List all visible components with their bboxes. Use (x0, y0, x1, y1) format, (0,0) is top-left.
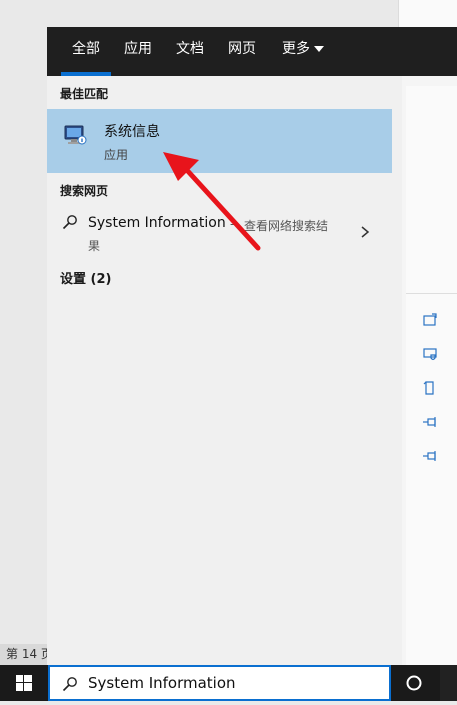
tab-more-label: 更多 (282, 41, 310, 57)
run-as-admin-icon[interactable] (422, 346, 438, 362)
cortana-circle-icon[interactable] (404, 673, 424, 693)
tab-web[interactable]: 网页 (221, 27, 263, 76)
best-match-app-type: 应用 (104, 148, 129, 162)
tab-all[interactable]: 全部 (61, 27, 111, 76)
page-indicator: 第 14 页 (0, 644, 48, 665)
tab-more[interactable]: 更多 (275, 27, 331, 76)
pin-to-taskbar-icon[interactable] (422, 448, 438, 464)
search-input[interactable] (88, 667, 378, 699)
pin-to-start-icon[interactable] (422, 414, 438, 430)
tab-apps[interactable]: 应用 (117, 27, 159, 76)
preview-pane-body (406, 86, 457, 665)
open-icon[interactable] (422, 312, 438, 328)
web-search-separator: - (230, 217, 235, 231)
open-file-location-icon[interactable] (422, 380, 438, 396)
search-icon (62, 677, 77, 692)
tab-documents[interactable]: 文档 (169, 27, 211, 76)
tab-all-label: 全部 (72, 41, 100, 57)
start-button[interactable] (0, 665, 48, 701)
settings-header[interactable]: 设置 (2) (60, 268, 111, 287)
preview-pane (402, 76, 457, 665)
tab-web-label: 网页 (228, 41, 256, 57)
preview-divider (406, 293, 457, 294)
best-match-item[interactable]: 系统信息 应用 (47, 109, 392, 173)
best-match-app-name: 系统信息 (104, 124, 160, 140)
system-info-icon (64, 125, 87, 145)
search-panel: 全部 应用 文档 网页 更多 最佳匹配 系统信息 应用 搜索网页 System … (47, 27, 457, 665)
results-list: 最佳匹配 系统信息 应用 搜索网页 System Information - 查… (47, 76, 402, 665)
windows-logo-icon (16, 675, 32, 691)
filter-tabs-bar: 全部 应用 文档 网页 更多 (47, 27, 457, 76)
chevron-right-icon[interactable] (359, 225, 371, 239)
web-search-hint-wrap: 果 (88, 239, 101, 253)
search-icon (62, 215, 77, 230)
caret-down-icon (314, 46, 324, 52)
best-match-header: 最佳匹配 (60, 87, 109, 101)
taskbar-search-box[interactable] (48, 665, 391, 701)
task-view-button[interactable] (440, 665, 457, 701)
web-search-hint: 查看网络搜索结 (244, 219, 329, 233)
tab-apps-label: 应用 (124, 41, 152, 57)
web-search-header: 搜索网页 (60, 184, 109, 198)
tab-documents-label: 文档 (176, 41, 204, 57)
web-search-query: System Information (88, 215, 226, 231)
web-search-item[interactable]: System Information - 查看网络搜索结 果 (47, 206, 392, 258)
taskbar (0, 665, 457, 701)
